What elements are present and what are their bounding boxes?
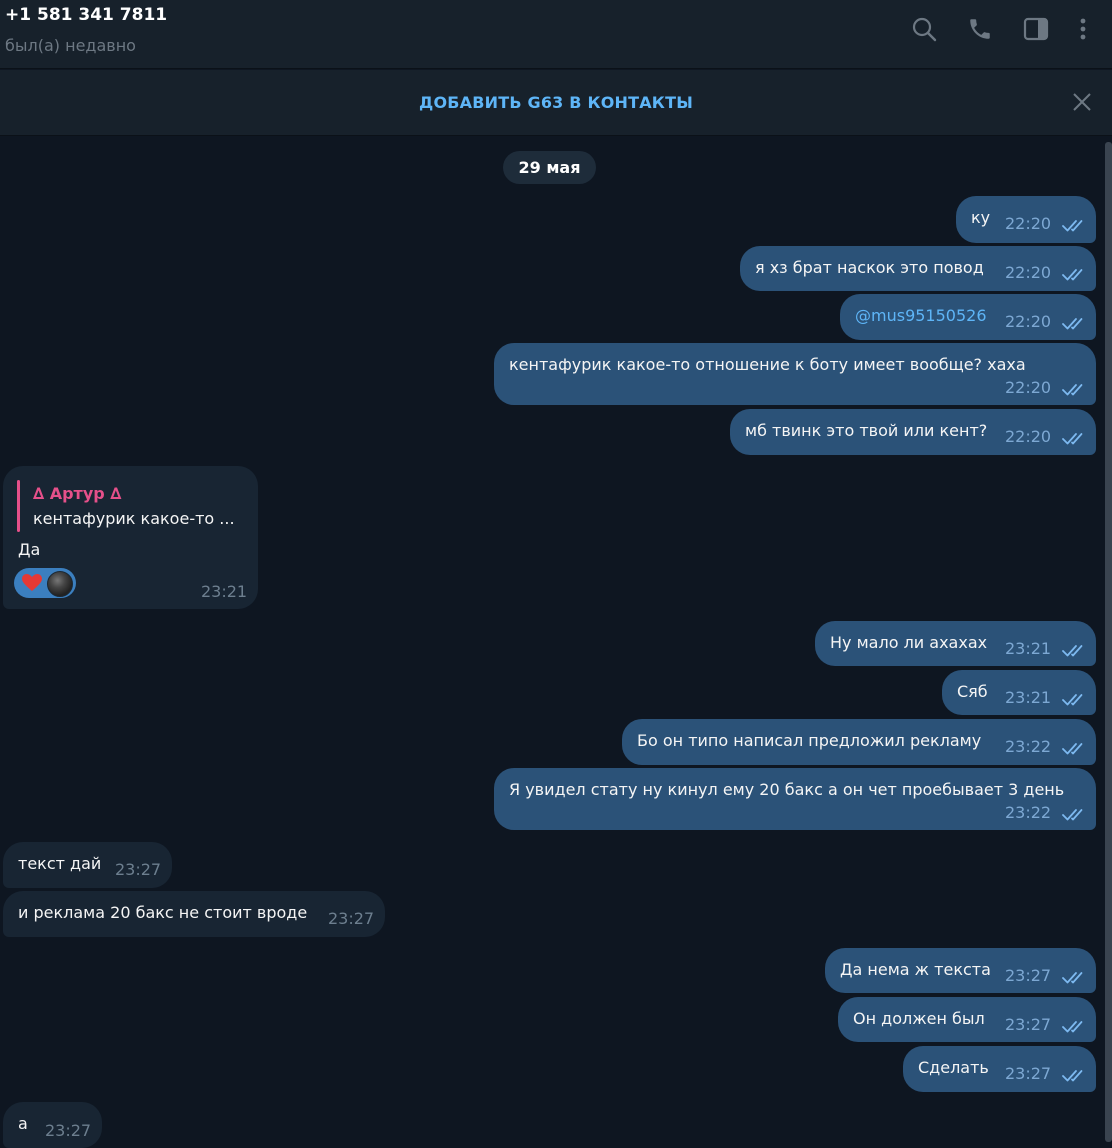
message-time: 23:22	[1005, 737, 1052, 756]
read-checkmarks-icon	[1062, 970, 1088, 984]
message-time: 22:20	[1005, 312, 1052, 331]
outgoing-message[interactable]: кентафурик какое-то отношение к боту име…	[494, 343, 1096, 405]
reply-preview[interactable]: кентафурик какое-то ...	[33, 509, 235, 528]
message-text: Я увидел стату ну кинул ему 20 бакс а он…	[509, 780, 1065, 799]
read-checkmarks-icon	[1062, 807, 1088, 821]
message-time: 23:22	[1005, 803, 1052, 822]
read-checkmarks-icon	[1062, 267, 1088, 281]
read-checkmarks-icon	[1062, 643, 1088, 657]
outgoing-message[interactable]: Он должен был 23:27	[838, 997, 1096, 1042]
message-time: 22:20	[1005, 263, 1052, 282]
reply-author[interactable]: ∆ Артур ∆	[33, 484, 121, 503]
message-time: 23:27	[328, 909, 375, 928]
incoming-message[interactable]: ∆ Артур ∆ кентафурик какое-то ... Да 23:21	[3, 466, 258, 609]
add-contact-button[interactable]: ДОБАВИТЬ G63 В КОНТАКТЫ	[419, 93, 693, 112]
reply-quote-bar	[17, 480, 20, 532]
message-text: Он должен был	[853, 1009, 985, 1028]
incoming-message[interactable]: и реклама 20 бакс не стоит вроде 23:27	[3, 891, 385, 937]
chat-header: +1 581 341 7811 был(а) недавно	[0, 0, 1112, 69]
message-text: я хз брат наскок это повод	[755, 258, 984, 277]
message-time: 23:21	[1005, 639, 1052, 658]
message-text: а	[18, 1114, 28, 1133]
message-text: Да	[18, 540, 41, 559]
close-icon[interactable]	[1070, 90, 1094, 114]
read-checkmarks-icon	[1062, 431, 1088, 445]
read-checkmarks-icon	[1062, 382, 1088, 396]
more-vertical-icon[interactable]	[1068, 14, 1098, 44]
message-text: ку	[971, 208, 991, 227]
date-separator: 29 мая	[503, 151, 596, 184]
message-text: мб твинк это твой или кент?	[745, 421, 988, 440]
message-time: 22:20	[1005, 214, 1052, 233]
outgoing-message[interactable]: я хз брат наскок это повод 22:20	[740, 246, 1096, 291]
incoming-message[interactable]: текст дай 23:27	[3, 842, 172, 888]
outgoing-message[interactable]: Сделать 23:27	[903, 1046, 1096, 1092]
message-text: Ну мало ли ахахах	[830, 633, 988, 652]
read-checkmarks-icon	[1062, 1068, 1088, 1082]
contact-name[interactable]: +1 581 341 7811	[5, 5, 167, 25]
read-checkmarks-icon	[1062, 218, 1088, 232]
message-text: и реклама 20 бакс не стоит вроде	[18, 903, 308, 922]
outgoing-message[interactable]: @mus95150526 22:20	[840, 294, 1096, 340]
outgoing-message[interactable]: мб твинк это твой или кент? 22:20	[730, 409, 1096, 455]
read-checkmarks-icon	[1062, 741, 1088, 755]
message-time: 23:27	[115, 860, 162, 879]
reactor-avatar	[47, 571, 73, 597]
add-contact-banner: ДОБАВИТЬ G63 В КОНТАКТЫ	[0, 70, 1112, 136]
message-text: Бо он типо написал предложил рекламу	[637, 731, 982, 750]
heart-icon	[22, 574, 42, 592]
phone-icon[interactable]	[965, 14, 995, 44]
message-time: 23:21	[201, 582, 248, 601]
scrollbar[interactable]	[1105, 142, 1112, 1142]
contact-status: был(а) недавно	[5, 36, 136, 55]
message-text: Да нема ж текста	[840, 960, 991, 979]
read-checkmarks-icon	[1062, 1019, 1088, 1033]
message-text: Сяб	[957, 682, 988, 701]
message-text: текст дай	[18, 854, 102, 873]
read-checkmarks-icon	[1062, 316, 1088, 330]
message-time: 22:20	[1005, 378, 1052, 397]
message-text: Сделать	[918, 1058, 989, 1077]
reaction-chip[interactable]	[14, 568, 76, 598]
outgoing-message[interactable]: Бо он типо написал предложил рекламу 23:2…	[622, 719, 1096, 765]
read-checkmarks-icon	[1062, 692, 1088, 706]
outgoing-message[interactable]: Да нема ж текста 23:27	[825, 948, 1096, 993]
outgoing-message[interactable]: ку 22:20	[956, 196, 1096, 243]
message-time: 23:27	[1005, 966, 1052, 985]
search-icon[interactable]	[909, 14, 939, 44]
sidebar-toggle-icon[interactable]	[1021, 14, 1051, 44]
message-time: 23:27	[1005, 1015, 1052, 1034]
outgoing-message[interactable]: Ну мало ли ахахах 23:21	[815, 621, 1096, 666]
message-time: 23:27	[1005, 1064, 1052, 1083]
message-text: кентафурик какое-то отношение к боту име…	[509, 355, 1026, 374]
incoming-message[interactable]: а 23:27	[3, 1102, 102, 1148]
message-time: 23:27	[45, 1121, 92, 1140]
mention-link[interactable]: @mus95150526	[855, 306, 987, 325]
outgoing-message[interactable]: Я увидел стату ну кинул ему 20 бакс а он…	[494, 768, 1096, 830]
outgoing-message[interactable]: Сяб 23:21	[942, 670, 1096, 715]
message-time: 23:21	[1005, 688, 1052, 707]
message-time: 22:20	[1005, 427, 1052, 446]
